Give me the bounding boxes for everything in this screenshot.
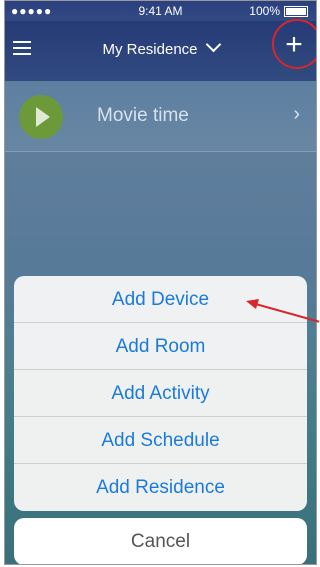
annotation-arrow: [246, 299, 319, 323]
